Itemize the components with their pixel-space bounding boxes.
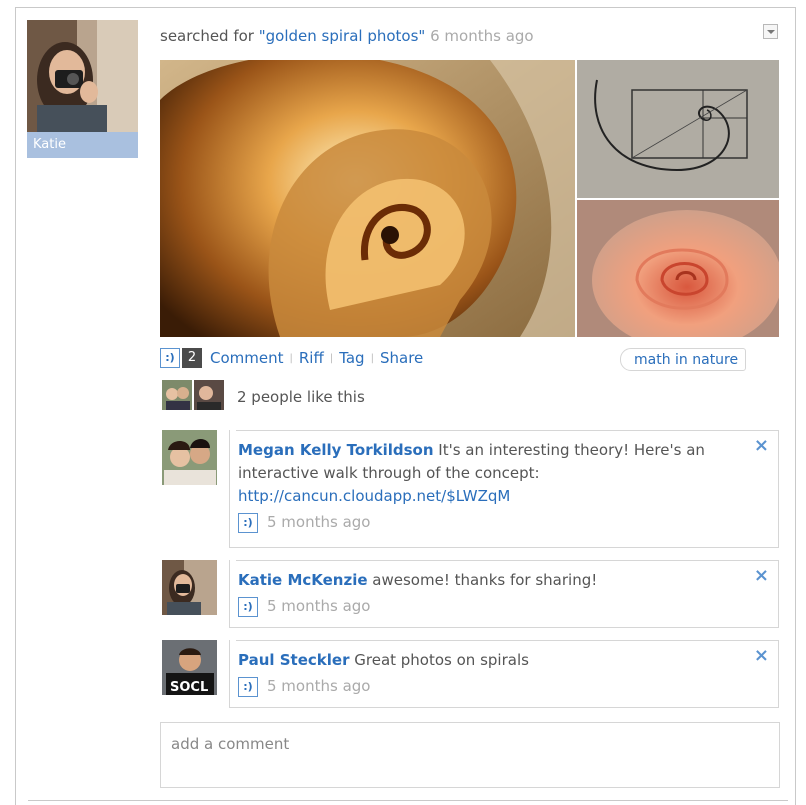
comment-timestamp: 5 months ago — [267, 597, 371, 615]
comment-meta: :) 5 months ago — [238, 511, 738, 534]
post-author-avatar[interactable]: Katie — [27, 20, 138, 158]
commenter-avatar[interactable] — [162, 430, 217, 485]
smiley-icon[interactable]: :) — [238, 676, 258, 697]
separator: | — [289, 352, 293, 364]
comment-text: awesome! thanks for sharing! — [367, 571, 598, 589]
activity-header: searched for "golden spiral photos" 6 mo… — [160, 27, 534, 45]
comment-meta: :) 5 months ago — [238, 595, 738, 618]
search-query-link[interactable]: "golden spiral photos" — [259, 27, 426, 45]
tag-link[interactable]: Tag — [339, 349, 364, 367]
spiral-staircase-photo[interactable] — [160, 60, 575, 337]
commenter-avatar[interactable]: SOCL — [162, 640, 217, 695]
liker-avatar[interactable] — [162, 380, 192, 410]
comment-text: Great photos on spirals — [349, 651, 529, 669]
smiley-icon[interactable]: :) — [238, 596, 258, 617]
avatar-photo — [27, 20, 138, 132]
chevron-down-icon[interactable] — [763, 24, 778, 39]
golden-spiral-sketch-photo[interactable] — [577, 60, 779, 198]
liker-avatar[interactable] — [194, 380, 224, 410]
comment-url-link[interactable]: http://cancun.cloudapp.net/$LWZqM — [238, 487, 510, 505]
post-actions: :) 2 Comment | Riff | Tag | Share — [160, 347, 423, 369]
close-icon[interactable]: × — [754, 644, 769, 667]
likes-text: 2 people like this — [237, 388, 365, 406]
smiley-icon[interactable]: :) — [160, 348, 180, 368]
comment-timestamp: 5 months ago — [267, 677, 371, 695]
comment-author-link[interactable]: Paul Steckler — [238, 651, 349, 669]
badge-text: SOCL — [170, 680, 208, 695]
divider — [28, 800, 788, 801]
add-comment-input[interactable] — [160, 722, 780, 788]
share-link[interactable]: Share — [380, 349, 423, 367]
comment: Paul Steckler Great photos on spirals :)… — [229, 640, 779, 708]
riff-link[interactable]: Riff — [299, 349, 324, 367]
comment-meta: :) 5 months ago — [238, 675, 738, 698]
like-count-badge[interactable]: 2 — [182, 348, 202, 368]
action-text: searched for — [160, 27, 259, 45]
post-timestamp: 6 months ago — [430, 27, 534, 45]
topic-tag[interactable]: math in nature — [620, 348, 746, 371]
rose-photo[interactable] — [577, 200, 779, 337]
comment: Katie McKenzie awesome! thanks for shari… — [229, 560, 779, 628]
separator: | — [329, 352, 334, 364]
comment-author-link[interactable]: Megan Kelly Torkildson — [238, 441, 434, 459]
comment: Megan Kelly Torkildson It's an interesti… — [229, 430, 779, 548]
smiley-icon[interactable]: :) — [238, 512, 258, 533]
separator: | — [370, 352, 374, 364]
avatar-name-label: Katie — [27, 132, 138, 158]
commenter-avatar[interactable] — [162, 560, 217, 615]
comment-link[interactable]: Comment — [210, 349, 284, 367]
close-icon[interactable]: × — [754, 434, 769, 457]
comment-author-link[interactable]: Katie McKenzie — [238, 571, 368, 589]
close-icon[interactable]: × — [754, 564, 769, 587]
comment-timestamp: 5 months ago — [267, 513, 371, 531]
